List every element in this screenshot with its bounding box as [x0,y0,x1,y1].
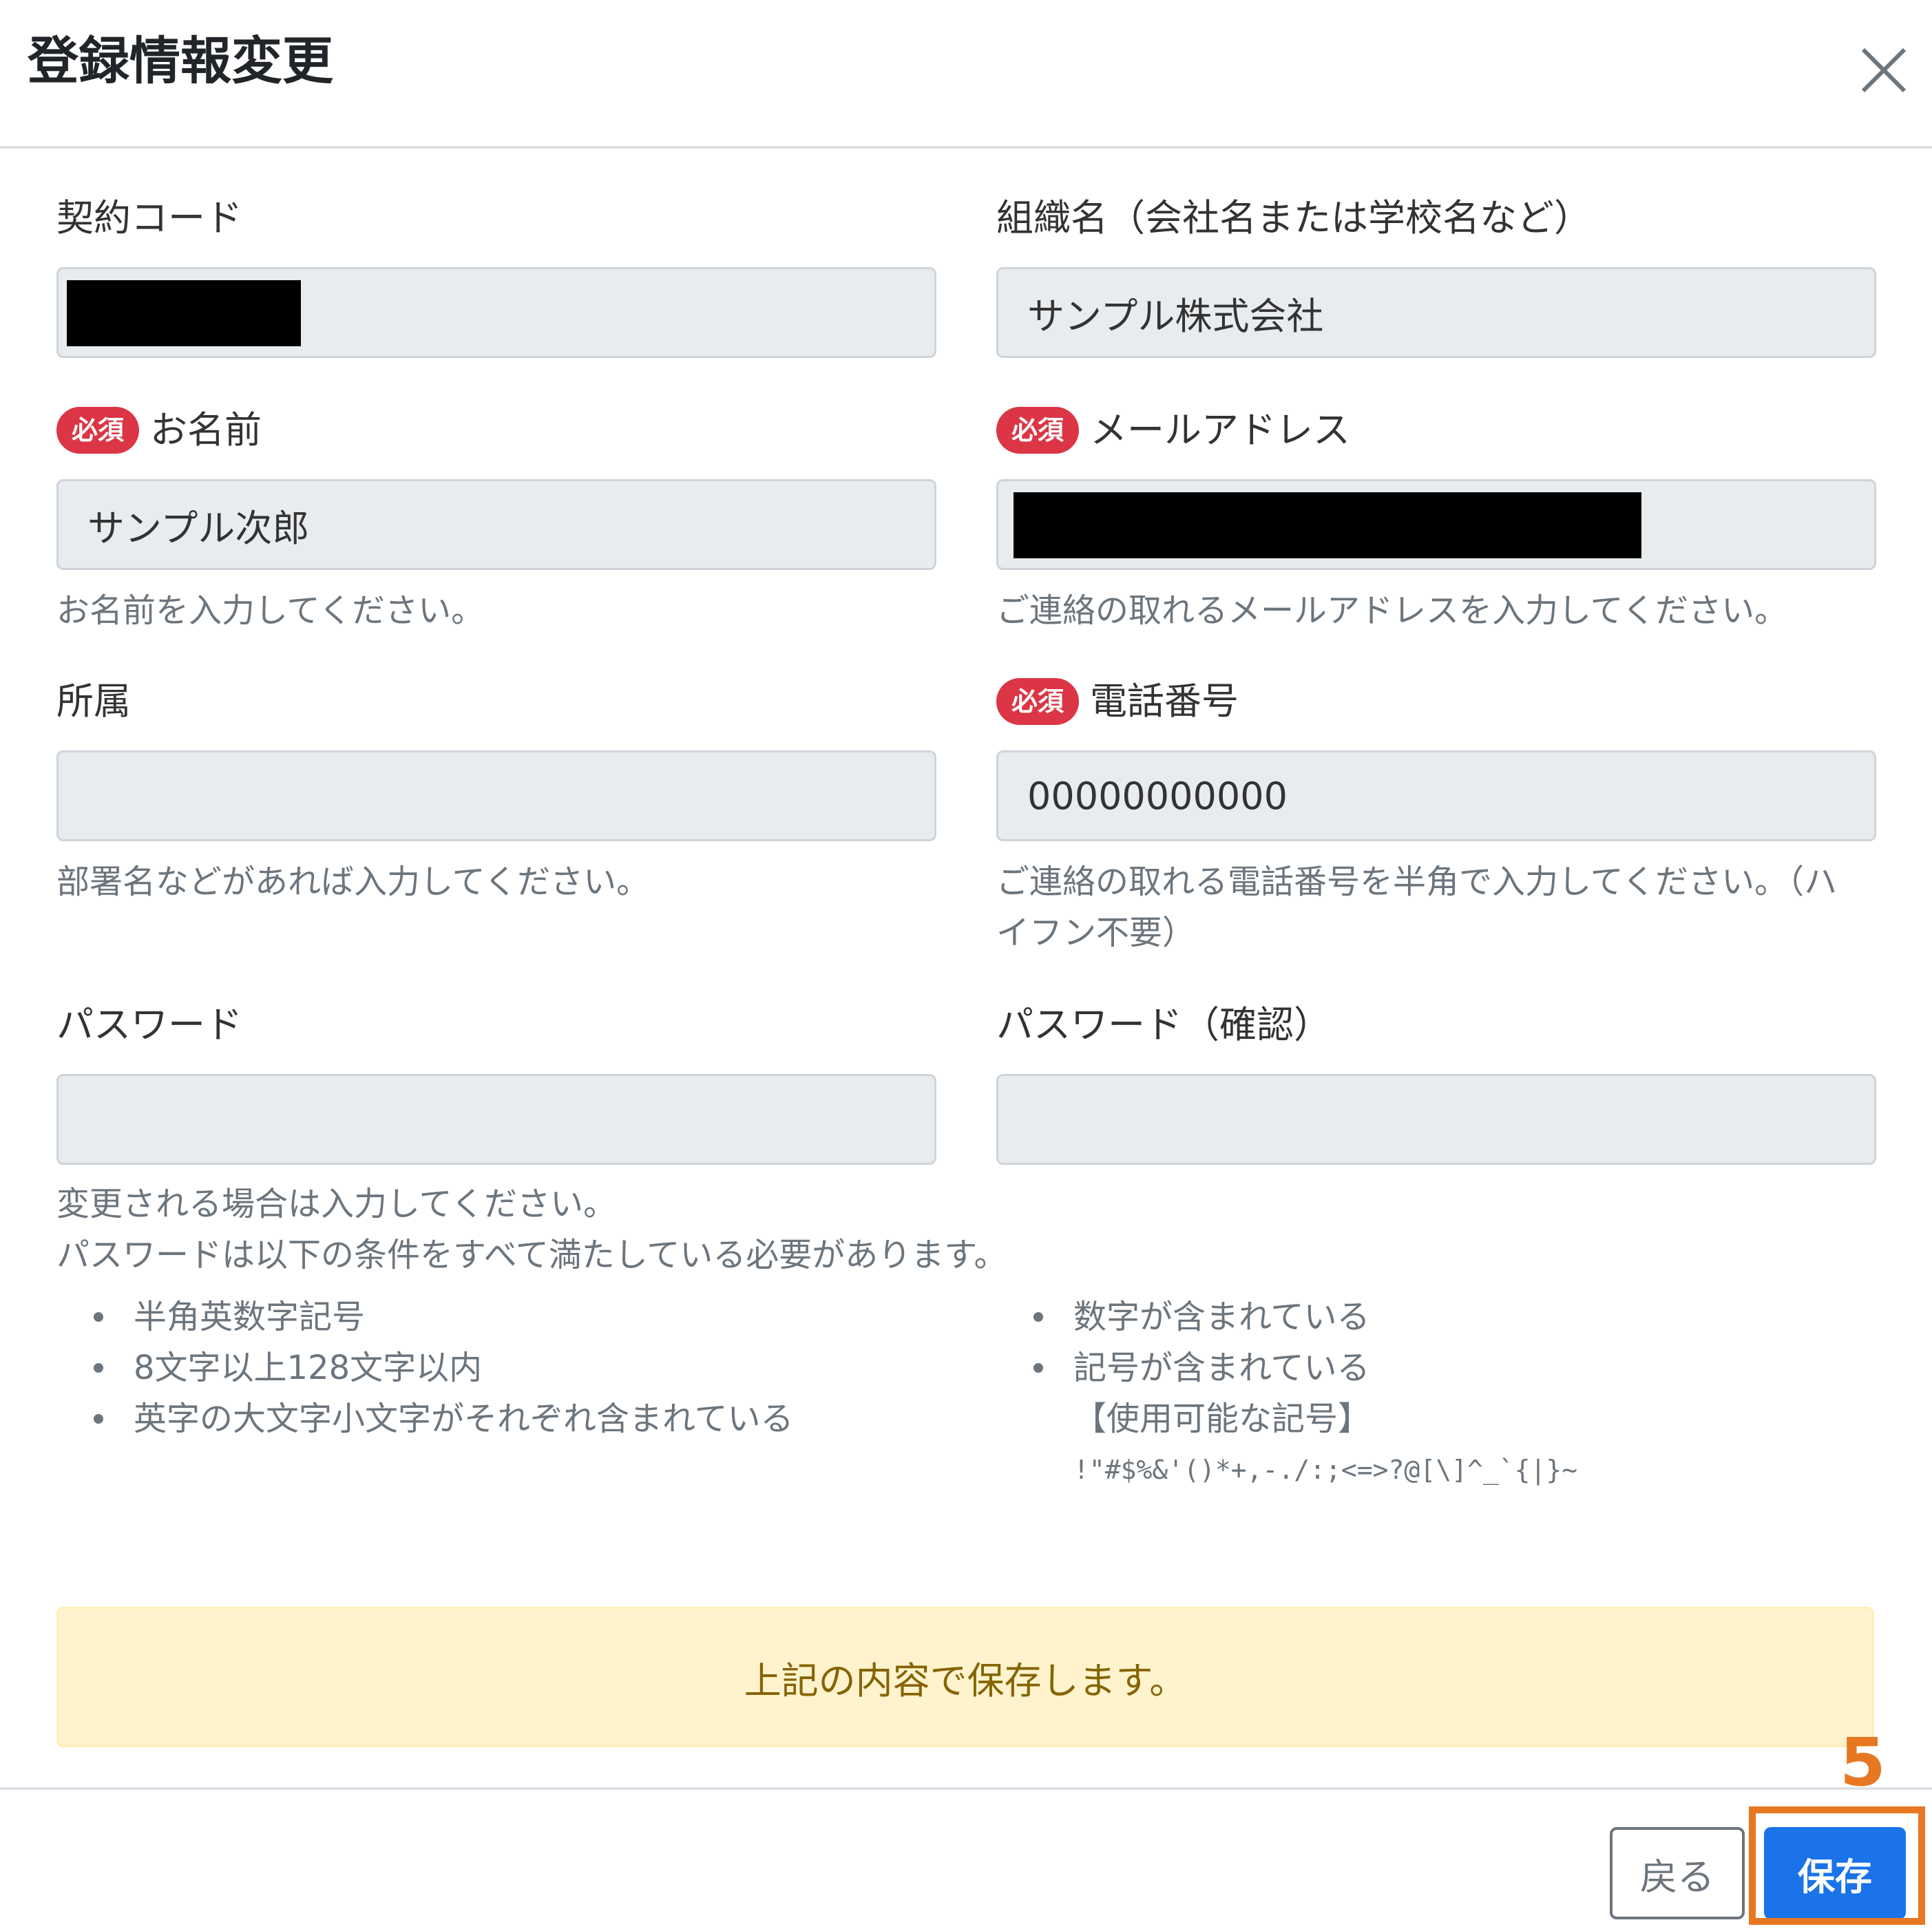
organization-label: 組織名（会社名または学校名など） [996,196,1591,240]
name-help: お名前を入力してください。 [56,591,485,630]
phone-label: 電話番号 [1090,679,1239,723]
step-highlight-box [1749,1806,1925,1925]
organization-group: 組織名（会社名または学校名など） サンプル株式会社 [996,194,1878,358]
list-item: 数字が含まれている [996,1292,1577,1342]
redacted-block [1014,492,1641,558]
password-help-line2: パスワードは以下の条件をすべて満たしている必要があります。 [56,1236,1007,1274]
symbols-label: 【使用可能な記号】 [1073,1400,1372,1438]
back-button[interactable]: 戻る [1610,1827,1745,1919]
password-rules-right: 数字が含まれている 記号が含まれている 【使用可能な記号】 !"#$%&'()*… [996,1292,1577,1495]
password-help: 変更される場合は入力してください。 パスワードは以下の条件をすべて満たしている必… [56,1179,1007,1280]
redacted-block [67,280,301,346]
name-label: お名前 [150,408,262,452]
name-group: 必須 お名前 サンプル次郎 お名前を入力してください。 [56,406,938,636]
password-rules-left: 半角英数字記号 8文字以上128文字以内 英字の大文字小文字がそれぞれ含まれてい… [56,1292,794,1444]
password-confirm-group: パスワード（確認） [996,1001,1878,1165]
list-item: 英字の大文字小文字がそれぞれ含まれている [56,1393,794,1444]
modal-title: 登録情報変更 [28,32,333,91]
email-help: ご連絡の取れるメールアドレスを入力してください。 [996,591,1788,630]
modal-header: 登録情報変更 [0,0,1932,149]
list-item: 記号が含まれている [996,1342,1577,1393]
phone-group: 必須 電話番号 00000000000 ご連絡の取れる電話番号を半角で入力してく… [996,677,1878,958]
confirm-notice: 上記の内容で保存します。 [56,1607,1874,1747]
password-input[interactable] [56,1074,936,1165]
list-item: 8文字以上128文字以内 [56,1342,794,1393]
phone-label-row: 必須 電話番号 [996,677,1878,726]
required-badge: 必須 [996,678,1080,725]
password-label: パスワード [56,1003,242,1046]
phone-input[interactable]: 00000000000 [996,750,1876,841]
contract-code-input [56,267,936,358]
organization-input: サンプル株式会社 [996,267,1876,358]
email-input[interactable] [996,479,1876,570]
allowed-symbols: !"#$%&'()*+,-./:;<=>?@[\]^_`{|}~ [1073,1455,1578,1485]
phone-help: ご連絡の取れる電話番号を半角で入力してください。（ハイフン不要） [996,863,1838,952]
department-label: 所属 [56,679,131,723]
password-help-line1: 変更される場合は入力してください。 [56,1185,617,1223]
list-item: 半角英数字記号 [56,1292,794,1342]
department-input[interactable] [56,750,936,841]
required-badge: 必須 [56,407,140,454]
required-badge: 必須 [996,407,1080,454]
password-group: パスワード [56,1001,938,1165]
email-label-row: 必須 メールアドレス [996,406,1878,454]
email-label: メールアドレス [1090,408,1351,452]
step-number: 5 [1840,1724,1886,1801]
footer-divider [0,1787,1932,1790]
email-group: 必須 メールアドレス ご連絡の取れるメールアドレスを入力してください。 [996,406,1878,636]
department-help: 部署名などがあれば入力してください。 [56,863,650,901]
name-input[interactable]: サンプル次郎 [56,479,936,570]
contract-code-group: 契約コード [56,194,938,358]
close-icon [1861,48,1907,93]
contract-code-label: 契約コード [56,196,242,240]
name-label-row: 必須 お名前 [56,406,938,454]
department-group: 所属 部署名などがあれば入力してください。 [56,677,938,907]
password-confirm-label: パスワード（確認） [996,1003,1331,1046]
password-confirm-input[interactable] [996,1074,1876,1165]
close-button[interactable] [1859,45,1909,95]
